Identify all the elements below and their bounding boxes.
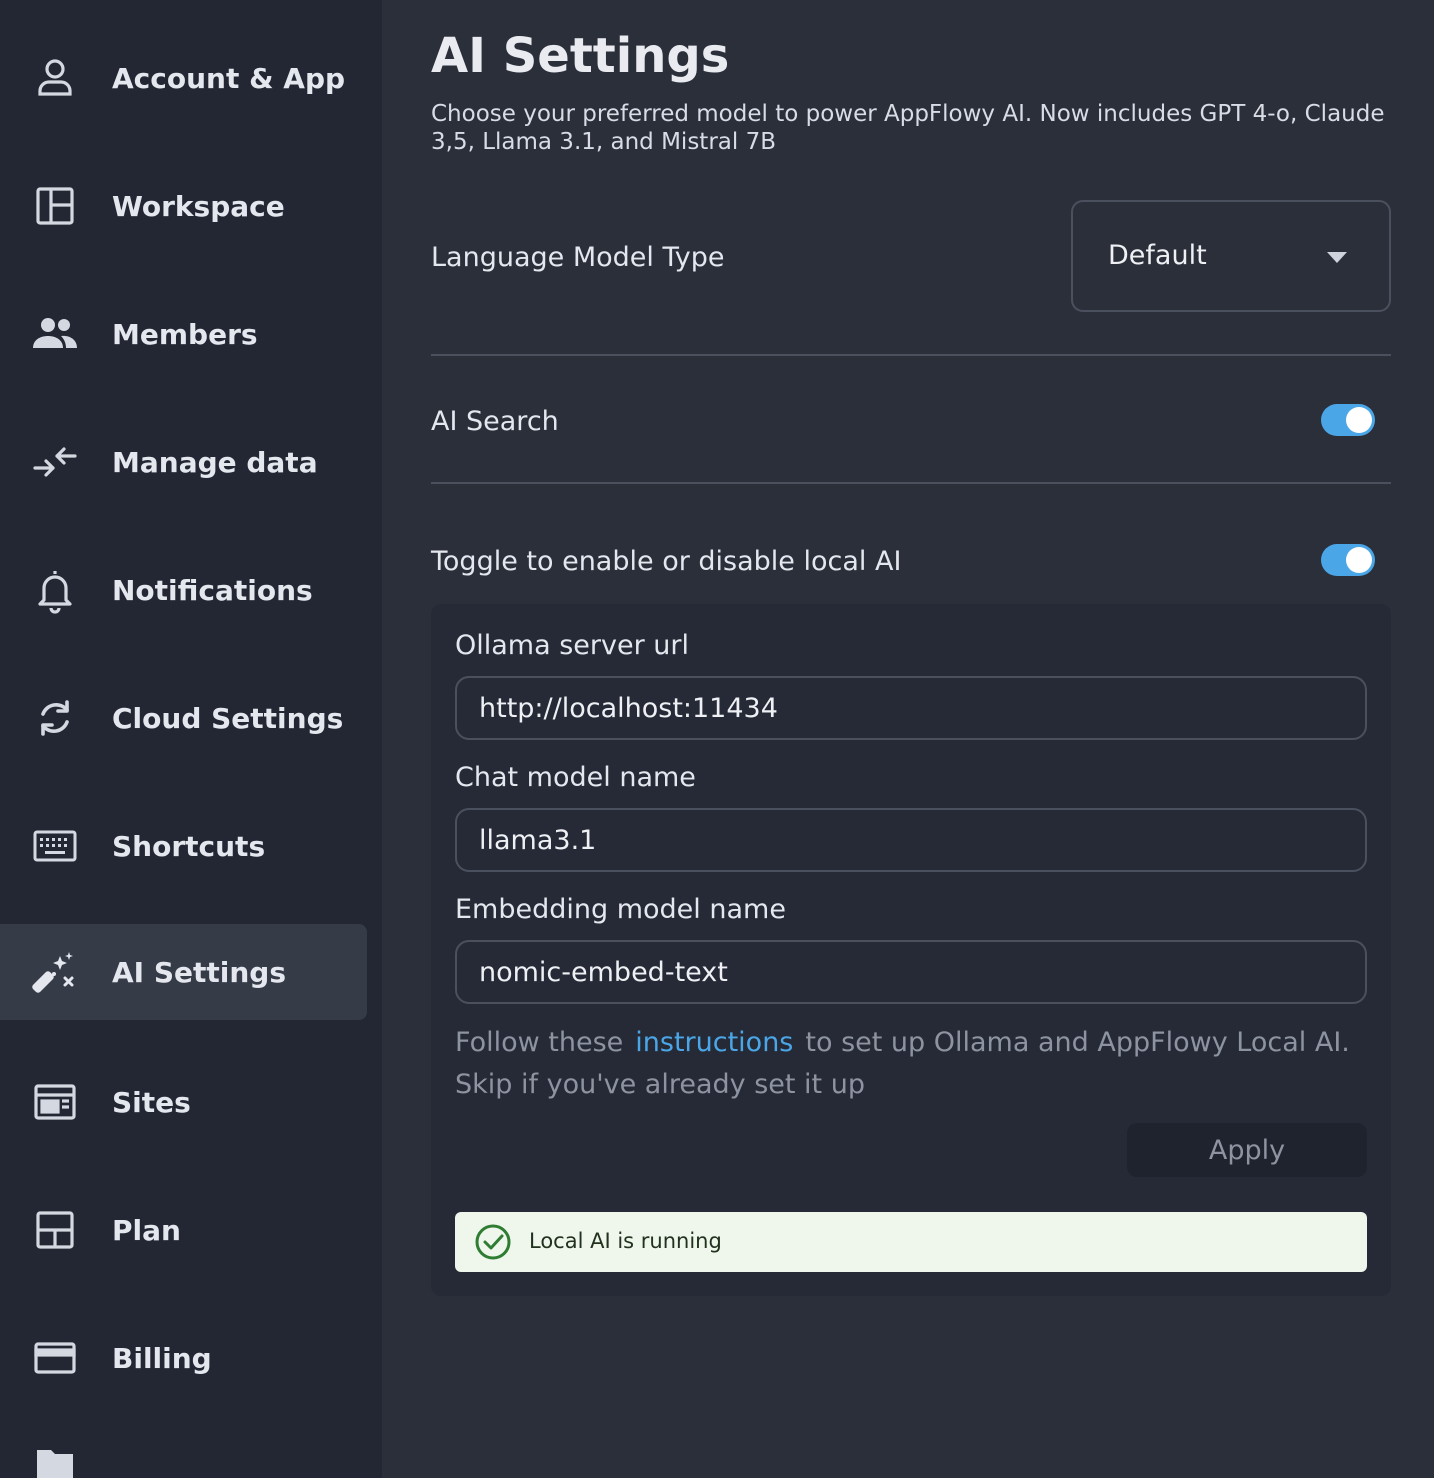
folder-icon <box>31 1442 79 1478</box>
page-title: AI Settings <box>431 28 730 84</box>
sidebar-item-label: Sites <box>112 1085 191 1119</box>
sidebar-item-label: Plan <box>112 1213 181 1247</box>
toggle-knob <box>1346 547 1372 573</box>
sidebar-item-label: Members <box>112 317 258 351</box>
sidebar-item-label: Cloud Settings <box>112 701 344 735</box>
divider <box>431 482 1391 484</box>
ai-search-toggle[interactable] <box>1321 404 1375 436</box>
sidebar-item-account-app[interactable]: Account & App <box>0 30 367 126</box>
local-ai-status-banner: Local AI is running <box>455 1212 1367 1272</box>
sidebar-item-ai-settings[interactable]: AI Settings <box>0 924 367 1020</box>
ollama-url-input[interactable] <box>455 676 1367 740</box>
plan-icon <box>31 1206 79 1254</box>
setup-help-text: Follow these instructions to set up Ollama… <box>455 1022 1367 1106</box>
compress-arrows-icon <box>31 438 79 486</box>
person-icon <box>31 54 79 102</box>
members-icon <box>31 310 79 358</box>
local-ai-settings-panel: Ollama server url Chat model name Embedd… <box>431 604 1391 1296</box>
sidebar-item-billing[interactable]: Billing <box>0 1310 367 1406</box>
sidebar-item-cloud-settings[interactable]: Cloud Settings <box>0 670 367 766</box>
language-model-selected-value: Default <box>1108 240 1207 271</box>
bell-icon <box>31 566 79 614</box>
card-icon <box>31 1334 79 1382</box>
local-ai-toggle-label: Toggle to enable or disable local AI <box>431 546 902 577</box>
sidebar-item-label: AI Settings <box>112 955 287 989</box>
sidebar-item-manage-data[interactable]: Manage data <box>0 414 367 510</box>
sidebar-item-label: Billing <box>112 1341 212 1375</box>
sidebar-item-label: Workspace <box>112 189 285 223</box>
sidebar-item-sites[interactable]: Sites <box>0 1054 367 1150</box>
settings-window: Account & App Workspace Members Manage d… <box>0 0 1434 1478</box>
caret-down-icon <box>1327 252 1347 263</box>
page-description: Choose your preferred model to power App… <box>431 101 1385 155</box>
sidebar-item-partial[interactable] <box>0 1440 367 1478</box>
sidebar-item-label: Account & App <box>112 61 346 95</box>
magic-wand-icon <box>31 948 79 996</box>
check-circle-icon <box>475 1224 511 1260</box>
chat-model-input[interactable] <box>455 808 1367 872</box>
local-ai-toggle[interactable] <box>1321 544 1375 576</box>
sidebar-item-plan[interactable]: Plan <box>0 1182 367 1278</box>
language-model-type-label: Language Model Type <box>431 242 725 273</box>
workspace-icon <box>31 182 79 230</box>
sidebar-item-members[interactable]: Members <box>0 286 367 382</box>
sites-icon <box>31 1078 79 1126</box>
ollama-url-label: Ollama server url <box>455 630 689 661</box>
sync-icon <box>31 694 79 742</box>
settings-sidebar: Account & App Workspace Members Manage d… <box>0 0 382 1478</box>
divider <box>431 354 1391 356</box>
local-ai-status-text: Local AI is running <box>529 1229 722 1253</box>
embedding-model-input[interactable] <box>455 940 1367 1004</box>
sidebar-item-label: Notifications <box>112 573 313 607</box>
sidebar-item-notifications[interactable]: Notifications <box>0 542 367 638</box>
sidebar-item-shortcuts[interactable]: Shortcuts <box>0 798 367 894</box>
sidebar-item-workspace[interactable]: Workspace <box>0 158 367 254</box>
keyboard-icon <box>31 822 79 870</box>
instructions-link[interactable]: instructions <box>635 1027 793 1058</box>
toggle-knob <box>1346 407 1372 433</box>
sidebar-item-label: Shortcuts <box>112 829 266 863</box>
sidebar-item-label: Manage data <box>112 445 318 479</box>
ai-search-label: AI Search <box>431 406 559 437</box>
apply-button[interactable]: Apply <box>1127 1123 1367 1177</box>
help-prefix: Follow these <box>455 1027 624 1058</box>
chat-model-label: Chat model name <box>455 762 696 793</box>
language-model-type-dropdown[interactable]: Default <box>1071 200 1391 312</box>
embedding-model-label: Embedding model name <box>455 894 786 925</box>
